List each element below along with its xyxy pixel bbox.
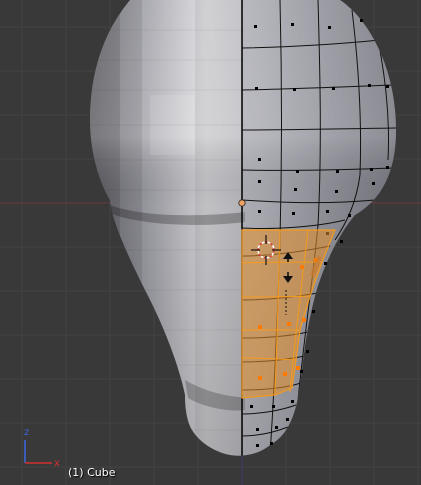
axis-x-label: x — [54, 458, 60, 469]
mesh-scene[interactable]: z x — [0, 0, 421, 485]
mesh-object[interactable] — [0, 0, 402, 460]
mesh-facets — [90, 0, 245, 456]
object-origin-icon[interactable] — [238, 199, 246, 207]
3d-viewport[interactable]: z x (1) Cube — [0, 0, 421, 485]
axis-z-label: z — [24, 427, 29, 438]
axis-gizmo-icon: z x — [24, 427, 60, 469]
active-object-label: (1) Cube — [68, 466, 116, 479]
